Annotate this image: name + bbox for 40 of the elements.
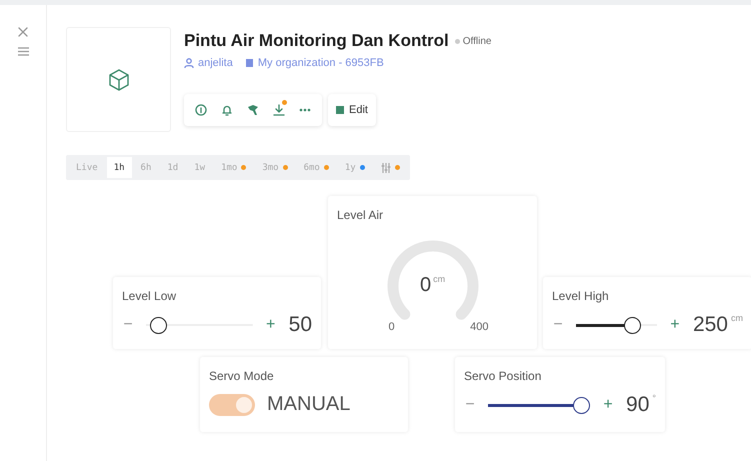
time-range-tab[interactable]: 3mo	[255, 157, 295, 178]
time-range-tab[interactable]: 1d	[160, 157, 186, 178]
plus-button[interactable]: +	[602, 396, 614, 414]
widget-title: Level Low	[122, 289, 178, 303]
gauge-max: 400	[470, 321, 488, 333]
menu-icon[interactable]	[18, 47, 28, 56]
widget-title: Servo Position	[464, 369, 542, 383]
time-range-tab[interactable]: Live	[69, 157, 105, 178]
switch-label: MANUAL	[267, 393, 350, 416]
widget-title: Level Air	[337, 208, 384, 222]
minus-button[interactable]: −	[122, 316, 134, 334]
owner-link[interactable]: anjelita	[184, 57, 233, 69]
minus-button[interactable]: −	[464, 396, 476, 414]
device-title: Pintu Air Monitoring Dan Kontrol	[184, 31, 449, 51]
person-icon	[184, 58, 194, 68]
organization-link[interactable]: My organization - 6953FB	[244, 57, 384, 69]
time-range-tab[interactable]: 1h	[106, 157, 132, 178]
time-range-tab[interactable]: 1w	[187, 157, 212, 178]
plus-button[interactable]: +	[668, 316, 681, 334]
widget-title: Servo Mode	[209, 369, 275, 383]
sliders-icon	[380, 162, 391, 172]
status-label: Offline	[454, 36, 492, 46]
minus-button[interactable]: −	[552, 316, 564, 334]
slider-thumb[interactable]	[150, 316, 168, 334]
time-range-tab[interactable]: 6h	[134, 157, 158, 178]
slider-thumb[interactable]	[573, 396, 590, 414]
download-icon	[273, 104, 285, 116]
toggle-switch[interactable]	[209, 394, 255, 416]
slider-thumb[interactable]	[624, 316, 641, 334]
close-icon[interactable]	[18, 27, 28, 37]
time-range-tab[interactable]: 1mo	[214, 157, 254, 178]
plus-button[interactable]: +	[264, 316, 277, 334]
widget-title: Level High	[552, 289, 610, 303]
time-range-tab[interactable]: 1y	[338, 157, 372, 178]
gauge-min: 0	[388, 321, 395, 333]
time-range-tab[interactable]: 6mo	[296, 157, 336, 178]
edit-button[interactable]: Edit	[328, 94, 376, 126]
cube-icon	[106, 68, 130, 92]
slider-value: 50	[288, 313, 312, 337]
slider-value: 90°	[626, 393, 656, 417]
